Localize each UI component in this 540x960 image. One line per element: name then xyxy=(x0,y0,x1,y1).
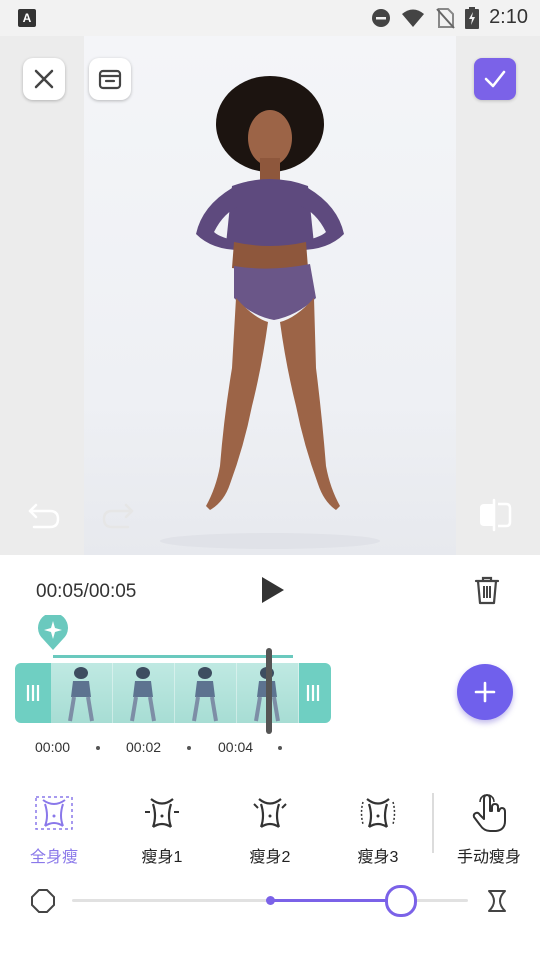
tick-dot xyxy=(278,746,282,750)
slim-tools-row: 全身瘦 瘦身1 瘦身2 瘦身3 手动瘦身 xyxy=(0,791,540,871)
tool-label: 瘦身1 xyxy=(141,849,183,866)
no-sim-icon xyxy=(436,7,455,29)
tool-label: 手动瘦身 xyxy=(456,849,521,866)
effect-range-bar xyxy=(53,655,293,658)
play-icon xyxy=(262,577,284,603)
slider-fill xyxy=(270,899,401,902)
grip-icon xyxy=(306,685,320,701)
tool-label: 全身瘦 xyxy=(29,849,78,866)
video-frames xyxy=(51,663,299,723)
tick-dot xyxy=(187,746,191,750)
full-body-slim-icon xyxy=(35,796,73,830)
delete-button[interactable] xyxy=(470,573,504,607)
compare-icon xyxy=(480,498,512,532)
archive-icon xyxy=(98,69,122,90)
check-icon xyxy=(484,70,506,88)
person-figure xyxy=(160,76,380,549)
trim-handle-right[interactable] xyxy=(295,663,331,723)
circle-shape-icon xyxy=(31,889,55,913)
tool-slim-2[interactable]: 瘦身2 xyxy=(225,791,315,871)
status-bar: A 2:10 xyxy=(0,0,540,36)
waist-slim-3-icon xyxy=(360,798,396,828)
waist-slim-2-icon xyxy=(253,798,287,828)
close-button[interactable] xyxy=(23,58,65,100)
waist-slim-1-icon xyxy=(145,798,179,828)
redo-icon xyxy=(102,503,134,529)
status-icons: 2:10 xyxy=(371,6,528,29)
intensity-slider-row xyxy=(0,881,540,921)
tool-full-body-slim[interactable]: 全身瘦 xyxy=(9,791,99,871)
add-segment-button[interactable] xyxy=(457,664,513,720)
tool-slim-1[interactable]: 瘦身1 xyxy=(117,791,207,871)
video-frame xyxy=(113,663,175,723)
keyboard-a-icon: A xyxy=(18,9,36,27)
playhead[interactable] xyxy=(266,648,272,734)
tools-divider xyxy=(432,793,434,853)
photo-editor-canvas[interactable] xyxy=(0,36,540,555)
undo-button[interactable] xyxy=(23,494,65,536)
tool-label: 瘦身3 xyxy=(357,849,399,866)
archive-button[interactable] xyxy=(89,58,131,100)
compare-button[interactable] xyxy=(474,494,516,536)
preview-image xyxy=(84,36,456,555)
wifi-icon xyxy=(402,9,425,27)
controls-panel: 00:05/00:05 00:00 00:02 00:04 全身瘦 瘦身1 瘦身… xyxy=(0,555,540,960)
plus-icon xyxy=(474,681,496,703)
tool-slim-3[interactable]: 瘦身3 xyxy=(333,791,423,871)
video-timeline-strip[interactable] xyxy=(15,663,331,723)
slider-thumb[interactable] xyxy=(384,885,417,917)
close-icon xyxy=(34,69,54,89)
trim-handle-left[interactable] xyxy=(15,663,51,723)
slider-center-dot xyxy=(265,896,275,905)
undo-icon xyxy=(28,503,60,529)
tool-label: 瘦身2 xyxy=(249,849,291,866)
playback-time: 00:05/00:05 xyxy=(36,581,137,602)
tool-manual-slim[interactable]: 手动瘦身 xyxy=(444,791,534,871)
tick-label: 00:00 xyxy=(35,739,71,755)
status-time: 2:10 xyxy=(489,6,528,28)
tick-label: 00:04 xyxy=(218,739,254,755)
manual-slim-hand-icon xyxy=(472,794,506,832)
sparkle-marker-icon[interactable] xyxy=(37,615,69,651)
play-button[interactable] xyxy=(255,573,289,607)
dnd-icon xyxy=(372,8,391,27)
grip-icon xyxy=(26,685,40,701)
battery-charging-icon xyxy=(465,6,480,29)
video-frame xyxy=(51,663,113,723)
redo-button[interactable] xyxy=(97,494,139,536)
trash-icon xyxy=(474,576,500,605)
tick-dot xyxy=(96,746,100,750)
tick-label: 00:02 xyxy=(126,739,162,755)
video-frame xyxy=(175,663,237,723)
confirm-button[interactable] xyxy=(474,58,516,100)
hourglass-shape-icon xyxy=(488,890,506,912)
